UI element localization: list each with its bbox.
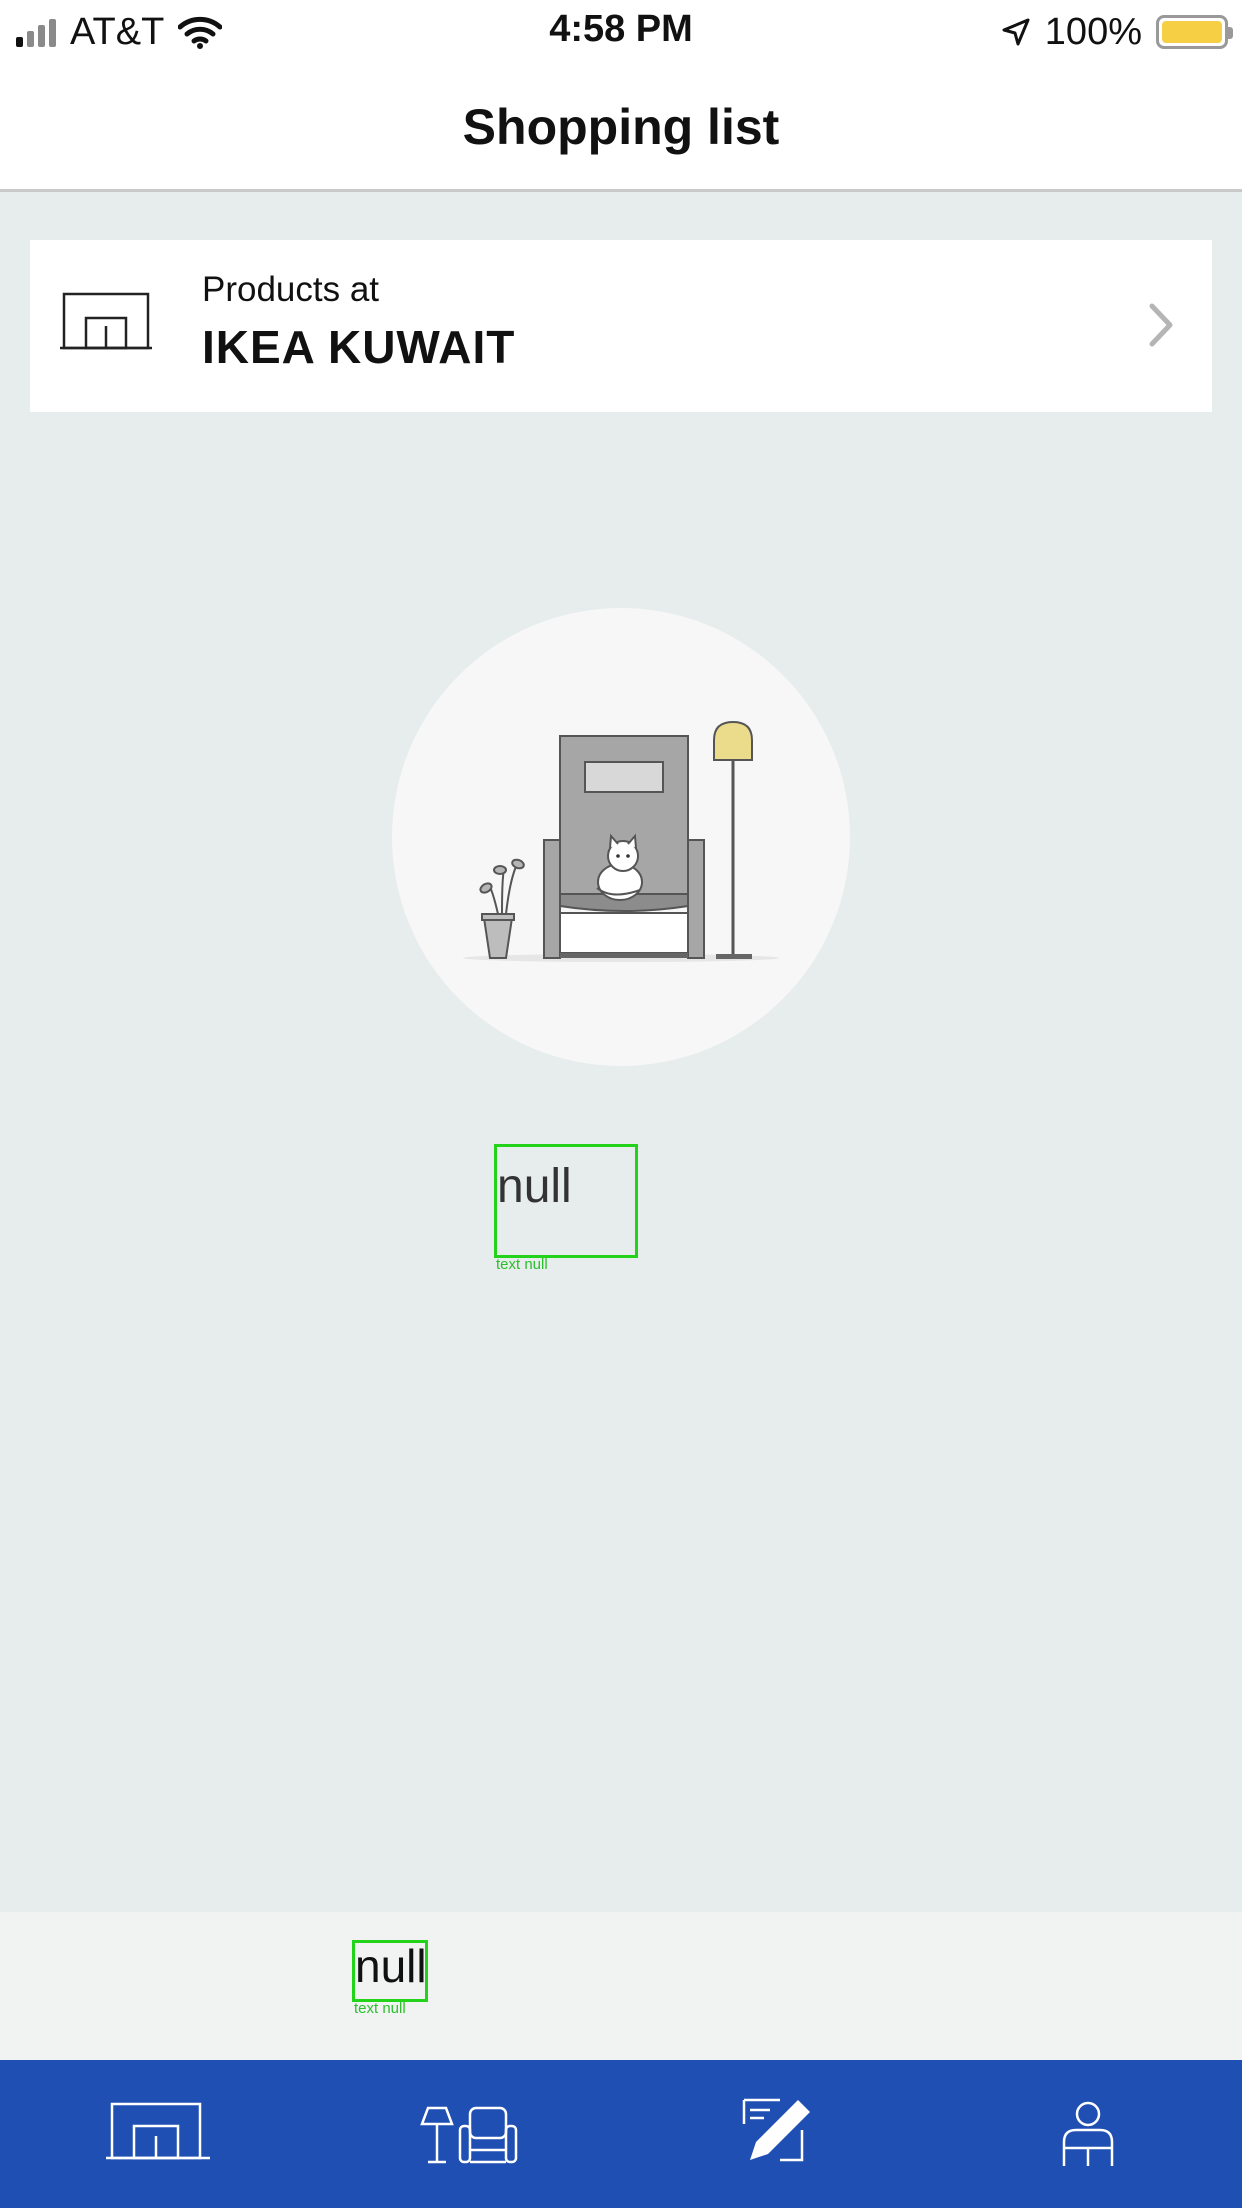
furniture-icon: [420, 2106, 518, 2164]
empty-list-illustration: [392, 608, 850, 1066]
bottom-panel-caption: text null: [354, 2000, 406, 2017]
bottom-panel: null text null: [0, 1912, 1242, 2060]
store-name: IKEA KUWAIT: [202, 321, 516, 373]
empty-state-caption: text null: [496, 1256, 548, 1273]
status-bar: AT&T 4:58 PM 100%: [0, 0, 1242, 62]
location-arrow-icon: [1002, 18, 1030, 46]
profile-icon: [1062, 2101, 1114, 2166]
tab-bar: [0, 2060, 1242, 2208]
store-icon: [60, 292, 152, 350]
tab-profile[interactable]: [1058, 2100, 1118, 2170]
navigation-bar: Shopping list: [0, 62, 1242, 192]
bottom-panel-text: null: [352, 1940, 428, 2002]
page-title: Shopping list: [462, 99, 780, 155]
store-subtitle: Products at: [202, 270, 380, 309]
store-selector[interactable]: Products at IKEA KUWAIT: [30, 240, 1212, 412]
shopping-list-icon: [742, 2098, 810, 2162]
empty-state-text: null: [494, 1144, 638, 1258]
tab-products[interactable]: [418, 2100, 522, 2170]
status-right: 100%: [1001, 10, 1233, 54]
tab-store[interactable]: [106, 2100, 210, 2170]
battery-level: [1162, 21, 1222, 43]
store-icon: [106, 2102, 210, 2160]
tab-shopping-list[interactable]: [740, 2096, 816, 2166]
battery-icon: [1156, 15, 1233, 49]
chair-cat-illustration: [463, 720, 779, 962]
battery-percent: 100%: [1044, 10, 1142, 53]
chevron-right-icon: [1149, 303, 1173, 347]
